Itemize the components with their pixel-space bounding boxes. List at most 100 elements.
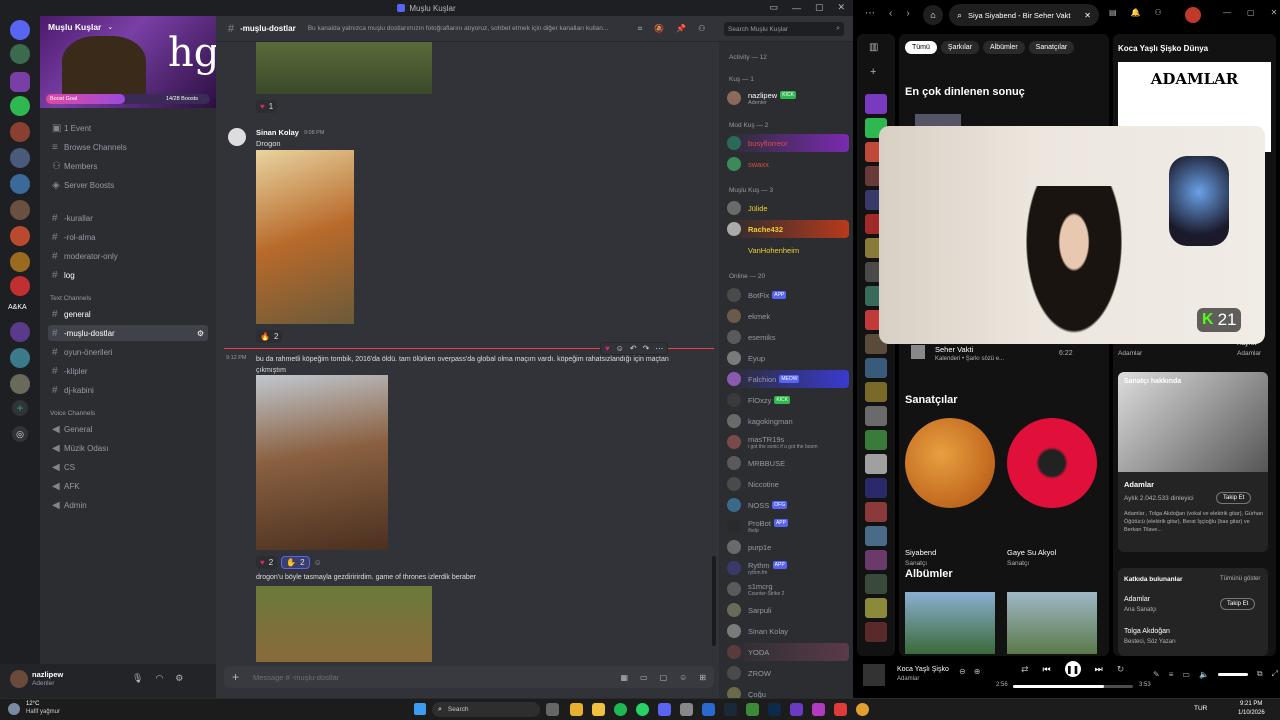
miniplayer-icon[interactable]: ⧉ (1257, 669, 1263, 679)
maximize-button[interactable]: ▢ (815, 2, 824, 13)
song-thumb[interactable] (911, 345, 925, 359)
home-icon[interactable]: ⌂ (923, 5, 943, 25)
channel-dj-kabini[interactable]: # dj-kabini (48, 382, 208, 398)
server-icon[interactable] (10, 122, 30, 142)
heart-reaction-icon[interactable]: ♥ (605, 344, 610, 353)
member-item[interactable]: masTR19s i got the sonic if u got the boo… (727, 433, 849, 451)
nav-events[interactable]: ▣ 1 Event (48, 120, 208, 136)
pause-button[interactable]: ❚❚ (1064, 661, 1081, 677)
reply-icon[interactable]: ↶ (630, 344, 637, 353)
channel-rol-alma[interactable]: # -rol-alma (48, 229, 208, 245)
app-icon[interactable] (680, 703, 693, 716)
file-explorer-icon[interactable] (570, 703, 583, 716)
player-album-art[interactable] (863, 664, 885, 686)
message-image[interactable] (256, 375, 388, 550)
avatar[interactable] (10, 670, 28, 688)
server-icon[interactable] (10, 226, 30, 246)
photoshop-icon[interactable] (768, 703, 781, 716)
taskbar-search[interactable]: ⌕ Search (432, 702, 540, 717)
shuffle-icon[interactable]: ⇄ (1021, 664, 1029, 675)
server-label[interactable]: A&KA (8, 304, 27, 311)
follow-button[interactable]: Takip Et (1220, 598, 1256, 610)
filter-songs[interactable]: Şarkılar (940, 41, 980, 54)
member-item[interactable]: Sinan Kolay (727, 622, 849, 640)
forward-icon[interactable]: ↷ (643, 344, 650, 353)
reaction[interactable]: ♥ 1 (256, 100, 278, 113)
message-author[interactable]: Sinan Kolay (256, 128, 299, 137)
channel-muslu-dostlar[interactable]: # -muşlu-dostlar ⚙ (48, 325, 208, 341)
language-indicator[interactable]: TUR (1194, 705, 1207, 712)
channel-log[interactable]: # log (48, 267, 208, 283)
credit-name[interactable]: Adamlar (1124, 596, 1150, 603)
nav-browse-channels[interactable]: ≡ Browse Channels (48, 139, 208, 155)
member-item[interactable]: FlOxzy KICK (727, 391, 849, 409)
server-icon[interactable] (10, 374, 30, 394)
discover-icon[interactable]: ◎ (12, 426, 28, 442)
apps-icon[interactable]: ⊞ (699, 673, 706, 682)
credit-name[interactable]: Tolga Akdoğan (1124, 628, 1170, 635)
library-item-thumb[interactable] (865, 430, 887, 450)
member-list-icon[interactable]: ⚇ (698, 24, 705, 33)
member-item[interactable]: Rache432 (727, 220, 849, 238)
member-item[interactable]: Falchion MEOW (727, 370, 849, 388)
chrome-icon[interactable] (856, 703, 869, 716)
minimize-button[interactable]: — (792, 3, 801, 13)
library-item-thumb[interactable] (865, 502, 887, 522)
scrollbar[interactable] (712, 556, 716, 646)
progress-track[interactable] (1013, 685, 1133, 688)
member-item[interactable]: Rythm APP rythm.fm (727, 559, 849, 577)
member-item[interactable]: YODA (727, 643, 849, 661)
library-icon[interactable]: ▥ (869, 42, 878, 53)
member-item[interactable]: s1mcrg Counter-Strike 2 (727, 580, 849, 598)
sticker-icon[interactable]: ▢ (660, 673, 668, 682)
forward-icon[interactable]: › (906, 8, 909, 19)
weather-icon[interactable] (8, 703, 20, 715)
artist-name[interactable]: Siyabend (905, 548, 936, 557)
gif-icon[interactable]: ▭ (640, 673, 648, 682)
queue-icon[interactable]: ≡ (1169, 670, 1174, 679)
minimize-button[interactable]: — (1223, 8, 1231, 17)
now-playing-title[interactable]: Koca Yaşlı Şişko Dünya (1118, 44, 1208, 53)
artist-card-image[interactable] (1007, 418, 1097, 508)
task-view-icon[interactable] (546, 703, 559, 716)
follow-button[interactable]: Takip Et (1216, 492, 1252, 504)
voice-channels-category[interactable]: Voice Channels (50, 410, 95, 417)
player-track-title[interactable]: Koca Yaşlı Şişko (897, 666, 949, 673)
channel-general[interactable]: # general (48, 306, 208, 322)
about-name[interactable]: Adamlar (1124, 480, 1154, 489)
album-card-image[interactable] (905, 592, 995, 654)
song-title[interactable]: Seher Vakti (935, 345, 973, 354)
discord-taskbar-icon[interactable] (658, 703, 671, 716)
member-item[interactable]: ekmek (727, 307, 849, 325)
previous-icon[interactable]: ⏮ (1043, 664, 1051, 675)
menu-icon[interactable]: ⋯ (865, 8, 875, 19)
library-item-thumb[interactable] (865, 598, 887, 618)
artist-card-image[interactable] (905, 418, 995, 508)
member-item[interactable]: esemiks (727, 328, 849, 346)
message-input[interactable]: Message # -muşlu-dostlar (253, 673, 339, 682)
voice-channel-cs[interactable]: ◀ CS (48, 459, 208, 475)
member-item[interactable]: busyflorreor (727, 134, 849, 152)
library-item-thumb[interactable] (865, 454, 887, 474)
close-button[interactable]: ✕ (837, 2, 845, 13)
volume-icon[interactable]: 🔈 (1199, 670, 1209, 679)
whatsapp-icon[interactable] (636, 703, 649, 716)
server-banner[interactable]: Muşlu Kuşlar ⌄ hg Boost Goal 14/28 Boost… (40, 16, 219, 108)
search-input[interactable]: ⌕ Siya Siyabend - Bir Seher Vakt ✕ (949, 4, 1099, 26)
gift-icon[interactable]: ▦ (620, 673, 628, 682)
activity-header[interactable]: Activity — 12 (729, 54, 767, 61)
player-track-artist[interactable]: Adamlar (897, 676, 919, 682)
browse-icon[interactable]: ▤ (1109, 8, 1117, 17)
server-icon[interactable] (10, 72, 30, 92)
channel-topic[interactable]: Bu kanalda yalnızca muşlu dostlarımızın … (308, 25, 628, 32)
microphone-icon[interactable]: 🎙 (132, 673, 143, 684)
message-composer[interactable]: + Message # -muşlu-dostlar ▦ ▭ ▢ ☺ ⊞ (224, 666, 714, 688)
server-icon[interactable] (10, 20, 30, 40)
member-item[interactable]: ZROW (727, 664, 849, 682)
show-all-link[interactable]: Tümünü göster (1220, 576, 1260, 582)
nav-members[interactable]: ⚇ Members (48, 158, 208, 174)
weather-temp[interactable]: 12°C (26, 701, 39, 707)
reaction[interactable]: 🔥 2 (256, 330, 283, 343)
voice-channel-general[interactable]: ◀ General (48, 421, 208, 437)
threads-icon[interactable]: ⌗ (638, 24, 643, 34)
